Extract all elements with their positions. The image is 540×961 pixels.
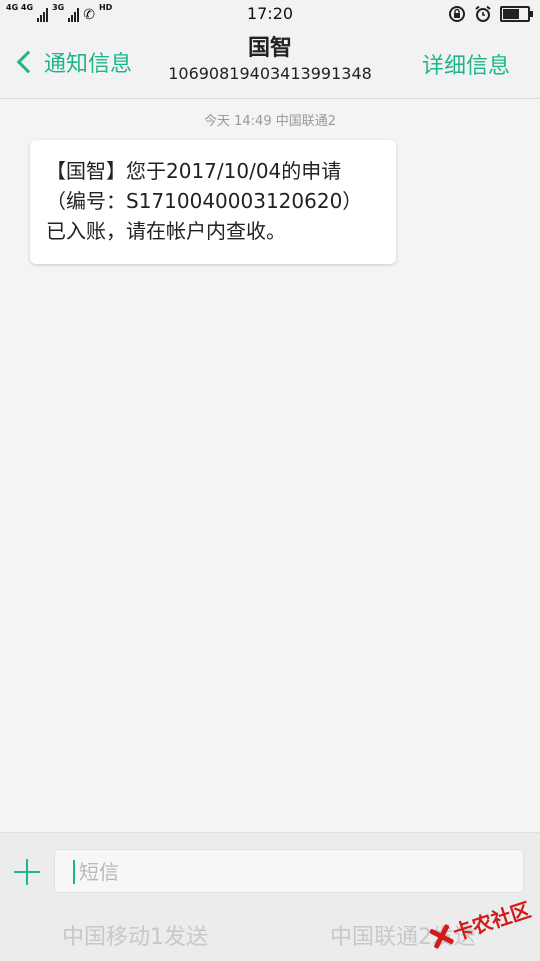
message-input[interactable] (77, 850, 511, 894)
send-sim1-button[interactable]: 中国移动1发送 (62, 919, 208, 951)
text-caret (73, 860, 75, 884)
battery-icon (500, 6, 533, 22)
status-bar: 4G 4G 3G ✆ HD 17:20 (0, 0, 540, 28)
conversation-header: 通知信息 国智 10690819403413991348 详细信息 (0, 28, 540, 99)
message-input-container[interactable] (54, 849, 524, 894)
status-icons (448, 5, 533, 23)
details-button[interactable]: 详细信息 (422, 48, 510, 80)
message-timestamp: 今天 14:49 中国联通2 (204, 114, 336, 129)
alarm-icon (475, 5, 491, 22)
rotation-lock-icon (449, 6, 465, 22)
add-attachment-icon[interactable] (14, 859, 40, 885)
message-bubble[interactable]: 【国智】您于2017/10/04的申请（编号：S1710040003120620… (30, 140, 396, 264)
